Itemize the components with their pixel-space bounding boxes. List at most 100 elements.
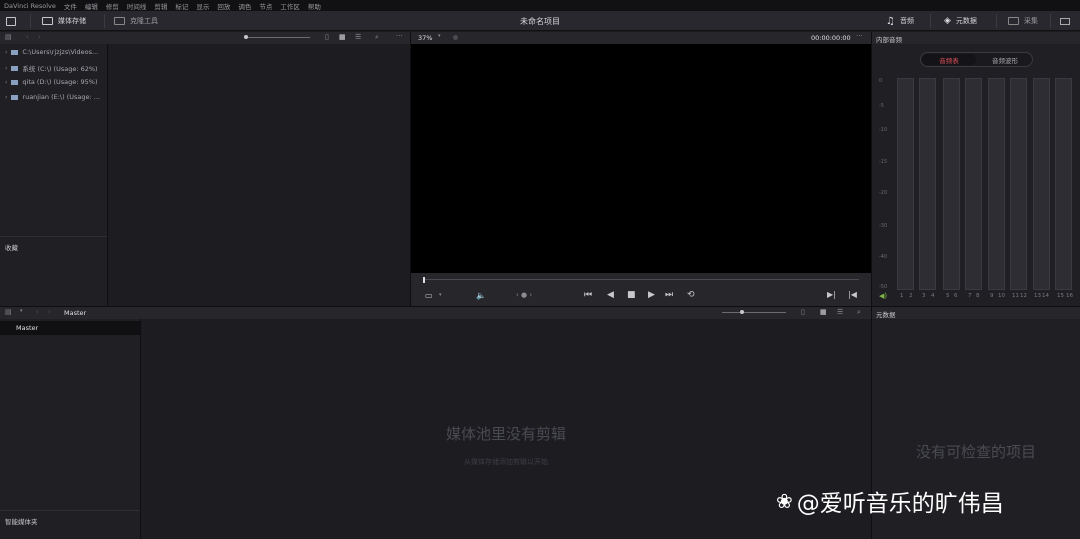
list-item[interactable]: › ruanjian (E:\) (Usage: ... <box>5 93 100 101</box>
toolbar: 媒体存储 克隆工具 未命名项目 ♫ 音频 ◈ 元数据 采集 <box>0 11 1080 31</box>
menu-color[interactable]: 调色 <box>238 1 251 11</box>
monitor-button[interactable] <box>1060 15 1070 27</box>
video-viewer[interactable] <box>411 44 871 273</box>
meter-pair-9-10 <box>988 78 1005 290</box>
chevron-right-icon: › <box>5 48 8 56</box>
chevron-right-icon: › <box>5 64 8 72</box>
skip-to-end-icon[interactable]: ⏭ <box>665 290 673 300</box>
media-pool-header: ▤ ▾ ‹ › Master ▯ ▦ ☰ ⌕ <box>0 307 871 319</box>
drive-label: ruanjian (E:\) (Usage: ... <box>22 93 100 101</box>
filter-icon[interactable]: ▯ <box>325 33 329 41</box>
list-item[interactable]: › 系统 (C:\) (Usage: 62%) <box>5 63 98 74</box>
play-icon[interactable]: ▶ <box>648 290 655 300</box>
menu-workspace[interactable]: 工作区 <box>280 1 300 11</box>
media-pool-area[interactable]: 媒体池里没有剪辑 从媒体存储添加剪辑以开始 <box>141 319 871 539</box>
tab-audio-meters[interactable]: 音频表 <box>922 54 976 65</box>
forward-icon[interactable]: › <box>48 308 51 316</box>
list-view-icon[interactable]: ☰ <box>355 33 361 41</box>
sidebar-toggle-icon[interactable]: ▤ <box>5 308 12 316</box>
channel-number: 9 <box>990 293 994 299</box>
forward-icon[interactable]: › <box>38 33 41 41</box>
list-view-icon[interactable]: ☰ <box>837 308 843 316</box>
meter-pair-15-16 <box>1055 78 1072 290</box>
skip-to-start-icon[interactable]: ⏮ <box>584 290 592 300</box>
mark-out-icon[interactable]: |◀ <box>848 290 857 299</box>
tab-audio-waveform[interactable]: 音频波形 <box>978 54 1032 65</box>
playhead[interactable] <box>423 277 425 283</box>
status-dot <box>453 35 458 40</box>
transport-bar: ▭ ▾ 🔈 ‹ ● › ⏮ ◀ ■ ▶ ⏭ ⟲ ▶| |◀ <box>411 273 871 306</box>
sidebar-toggle-icon[interactable]: ▤ <box>5 33 12 41</box>
play-reverse-icon[interactable]: ◀ <box>607 290 614 300</box>
more-options-icon[interactable]: ··· <box>396 32 403 40</box>
viewer-mode-icon[interactable]: ▭ <box>425 291 433 300</box>
smart-bins-label[interactable]: 智能媒体夹 <box>5 516 38 526</box>
list-item[interactable]: › qita (D:\) (Usage: 95%) <box>5 78 98 86</box>
loop-icon[interactable]: ⟲ <box>687 290 695 300</box>
drive-label: 系统 (C:\) (Usage: 62%) <box>22 65 98 73</box>
menu-trim[interactable]: 修剪 <box>106 1 119 11</box>
grid-view-icon[interactable]: ▦ <box>339 33 346 41</box>
menu-help[interactable]: 帮助 <box>308 1 321 11</box>
menu-clip[interactable]: 剪辑 <box>154 1 167 11</box>
monitor-icon <box>1060 17 1070 25</box>
list-item[interactable]: › C:\Users\rjzjzs\Videos... <box>5 48 98 56</box>
meter-scale-label: -50 <box>879 284 888 290</box>
channel-number: 2 <box>909 293 913 299</box>
channel-number: 1 <box>900 293 904 299</box>
mark-in-icon[interactable]: ▶| <box>827 290 836 299</box>
channel-number: 5 <box>946 293 950 299</box>
app-name[interactable]: DaVinci Resolve <box>4 2 56 10</box>
menu-view[interactable]: 显示 <box>196 1 209 11</box>
grid-view-icon[interactable]: ▦ <box>820 308 827 316</box>
stop-icon[interactable]: ■ <box>627 290 636 300</box>
channel-number: 13 <box>1034 293 1041 299</box>
favorites-label: 收藏 <box>5 244 18 252</box>
search-icon[interactable]: ⌕ <box>857 308 861 317</box>
more-options-icon[interactable]: ··· <box>856 32 863 40</box>
channel-number: 10 <box>998 293 1005 299</box>
zoom-level[interactable]: 37% <box>418 34 432 42</box>
back-icon[interactable]: ‹ <box>36 308 39 316</box>
viewer-header: 37% ▾ 00:00:00:00 ··· <box>411 32 871 44</box>
meter-pair-13-14 <box>1033 78 1050 290</box>
menu-playback[interactable]: 回放 <box>217 1 230 11</box>
meter-pair-11-12 <box>1010 78 1027 290</box>
menu-file[interactable]: 文件 <box>64 1 77 11</box>
menu-timeline[interactable]: 时间线 <box>127 1 147 11</box>
speaker-icon[interactable]: ◀) <box>879 292 887 300</box>
file-browser[interactable] <box>108 44 410 306</box>
filter-icon[interactable]: ▯ <box>801 308 805 316</box>
meter-scale-label: 0 <box>879 78 883 84</box>
menu-nodes[interactable]: 节点 <box>259 1 272 11</box>
empty-state-hint: 从媒体存储添加剪辑以开始 <box>464 458 548 466</box>
meter-scale-label: -15 <box>879 159 888 165</box>
meter-pair-3-4 <box>919 78 936 290</box>
project-title: 未命名项目 <box>520 17 560 26</box>
chevron-down-icon[interactable]: ▾ <box>438 33 441 39</box>
breadcrumb: Master <box>64 309 87 317</box>
jog-control[interactable]: ‹ ● › <box>516 291 532 299</box>
back-icon[interactable]: ‹ <box>26 33 29 41</box>
chevron-down-icon[interactable]: ▾ <box>20 308 23 314</box>
watermark-text: @爱听音乐的旷伟昌 <box>796 491 1004 517</box>
scrubber-track[interactable] <box>423 279 859 280</box>
channel-number: 7 <box>968 293 972 299</box>
capture-button[interactable]: 采集 <box>1008 15 1038 27</box>
slider-handle[interactable] <box>244 35 248 39</box>
music-note-icon: ♫ <box>886 15 895 27</box>
volume-icon[interactable]: 🔈 <box>476 291 486 300</box>
thumbnail-size-slider[interactable] <box>246 37 310 38</box>
audio-button[interactable]: ♫ 音频 <box>886 15 914 27</box>
search-icon[interactable]: ⌕ <box>375 33 379 42</box>
thumbnail-size-slider[interactable] <box>722 312 786 313</box>
metadata-button[interactable]: ◈ 元数据 <box>944 15 977 27</box>
chevron-right-icon: › <box>5 78 8 86</box>
capture-icon <box>1008 17 1019 25</box>
audio-panel-title: 内部音频 <box>876 36 902 44</box>
menu-edit[interactable]: 编辑 <box>85 1 98 11</box>
sidebar-item-master[interactable]: Master <box>0 321 140 335</box>
menu-mark[interactable]: 标记 <box>175 1 188 11</box>
chevron-down-icon[interactable]: ▾ <box>439 292 442 298</box>
slider-handle[interactable] <box>740 310 744 314</box>
